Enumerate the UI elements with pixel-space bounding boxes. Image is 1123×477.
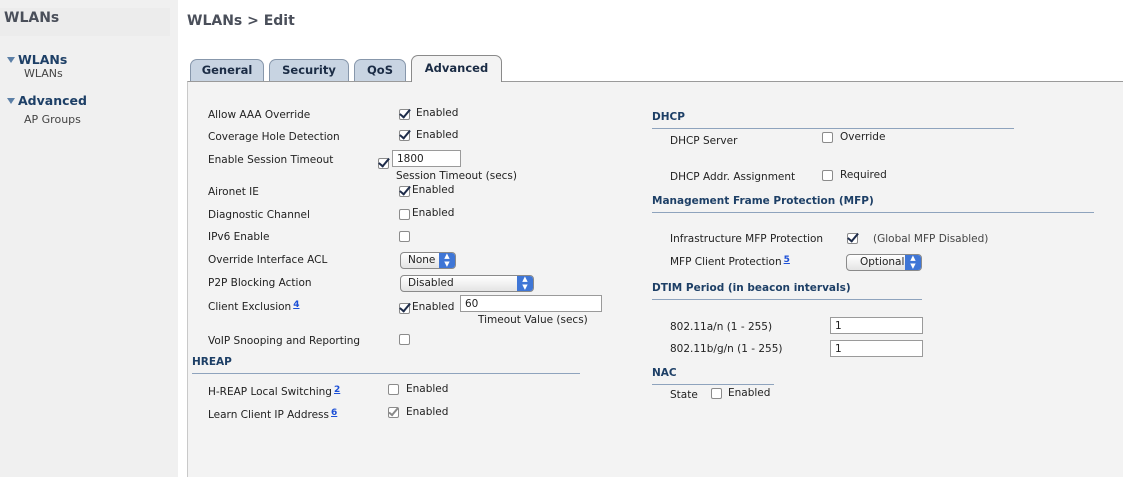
nac-state-checkbox[interactable] [711,388,722,399]
sidebar-group-advanced[interactable]: Advanced AP Groups [0,93,170,127]
dtim-b-g-n-input[interactable]: 1 [830,340,923,357]
learn-client-ip-label: Learn Client IP Address 6 [208,408,337,421]
session-timeout-input[interactable]: 1800 [392,150,461,167]
client-exclusion-footnote-link[interactable]: 4 [293,300,299,310]
dhcp-addr-assignment-value: Required [840,169,887,181]
expand-triangle-icon[interactable] [7,57,15,63]
mfp-infrastructure-checkbox[interactable] [847,233,858,244]
sidebar-title: WLANs [0,8,170,36]
mfp-section-divider [652,212,1094,213]
coverage-hole-checkbox[interactable] [399,130,410,141]
client-exclusion-value: Enabled [412,301,455,313]
aironet-ie-value: Enabled [412,184,455,196]
voip-snooping-label: VoIP Snooping and Reporting [208,335,361,347]
learn-client-ip-checkbox[interactable] [388,407,399,418]
voip-snooping-checkbox[interactable] [399,334,410,345]
client-exclusion-hint: Timeout Value (secs) [478,314,588,326]
hreap-local-switching-label: H-REAP Local Switching 2 [208,385,340,398]
override-acl-label: Override Interface ACL [208,254,328,266]
advanced-panel: Allow AAA Override Enabled Coverage Hole… [187,81,1123,477]
client-exclusion-checkbox[interactable] [399,303,410,314]
session-timeout-label: Enable Session Timeout [208,154,334,166]
learn-client-ip-text: Learn Client IP Address [208,409,330,421]
tab-general[interactable]: General [190,59,264,81]
dtim-section-title: DTIM Period (in beacon intervals) [652,282,851,294]
tab-qos[interactable]: QoS [354,59,406,81]
allow-aaa-override-checkbox[interactable] [399,109,410,120]
coverage-hole-value: Enabled [416,129,459,141]
diagnostic-channel-label: Diagnostic Channel [208,209,310,221]
hreap-local-switching-text: H-REAP Local Switching [208,386,332,398]
learn-client-ip-value: Enabled [406,406,449,418]
dhcp-server-checkbox[interactable] [822,132,833,143]
coverage-hole-label: Coverage Hole Detection [208,131,340,143]
mfp-client-text: MFP Client Protection [670,256,782,268]
mfp-infrastructure-note: (Global MFP Disabled) [873,233,989,245]
p2p-blocking-label: P2P Blocking Action [208,277,312,289]
mfp-section-title: Management Frame Protection (MFP) [652,195,874,207]
dtim-section-divider [652,299,922,300]
aironet-ie-checkbox[interactable] [399,186,410,197]
allow-aaa-override-label: Allow AAA Override [208,109,311,121]
hreap-local-switching-footnote-link[interactable]: 2 [334,385,340,395]
hreap-local-switching-checkbox[interactable] [388,384,399,395]
nac-section-divider [652,384,774,385]
diagnostic-channel-value: Enabled [412,207,455,219]
sidebar-item-wlans[interactable]: WLANs [24,67,63,80]
client-exclusion-timeout-input[interactable]: 60 [460,295,602,312]
dhcp-addr-assignment-label: DHCP Addr. Assignment [670,171,796,183]
session-timeout-checkbox[interactable] [378,158,389,169]
dtim-b-g-n-label: 802.11b/g/n (1 - 255) [670,343,783,355]
allow-aaa-override-value: Enabled [416,107,459,119]
client-exclusion-label: Client Exclusion 4 [208,300,299,313]
p2p-blocking-selected: Disabled [408,277,454,289]
dhcp-section-divider [652,128,1014,129]
expand-triangle-icon[interactable] [7,98,15,104]
nac-section-title: NAC [652,367,677,379]
hreap-section-divider [192,373,580,374]
ipv6-enable-checkbox[interactable] [399,231,410,242]
dhcp-addr-assignment-checkbox[interactable] [822,170,833,181]
mfp-client-selected: Optional [860,256,905,268]
hreap-local-switching-value: Enabled [406,383,449,395]
client-exclusion-text: Client Exclusion [208,301,292,313]
mfp-client-select[interactable]: Optional ▲ ▼ [846,254,922,271]
sidebar-group-label[interactable]: Advanced [18,93,87,108]
mfp-client-footnote-link[interactable]: 5 [784,255,790,265]
select-arrows-icon[interactable]: ▲ ▼ [517,275,533,291]
sidebar-group-label[interactable]: WLANs [18,52,67,67]
dtim-a-n-label: 802.11a/n (1 - 255) [670,321,773,333]
learn-client-ip-footnote-link[interactable]: 6 [331,408,337,418]
sidebar-item-ap-groups[interactable]: AP Groups [24,113,81,126]
sidebar-group-wlans[interactable]: WLANs WLANs [0,52,170,82]
select-arrows-icon[interactable]: ▲ ▼ [905,254,921,270]
dhcp-section-title: DHCP [652,111,685,123]
p2p-blocking-select[interactable]: Disabled ▲ ▼ [400,275,534,292]
sidebar: WLANs WLANs WLANs Advanced AP Groups [0,0,178,477]
mfp-infrastructure-label: Infrastructure MFP Protection [670,233,824,245]
select-arrows-icon[interactable]: ▲ ▼ [439,252,455,268]
tab-advanced[interactable]: Advanced [411,55,502,82]
aironet-ie-label: Aironet IE [208,186,259,198]
hreap-section-title: HREAP [192,356,232,368]
ipv6-enable-label: IPv6 Enable [208,231,270,243]
dhcp-server-value: Override [840,131,886,143]
nac-state-label: State [670,389,698,401]
page-title: WLANs > Edit [187,13,295,29]
override-acl-select[interactable]: None ▲ ▼ [400,252,456,269]
session-timeout-hint: Session Timeout (secs) [396,170,517,182]
mfp-client-label: MFP Client Protection 5 [670,255,790,268]
override-acl-selected: None [408,254,436,266]
main-content: WLANs > Edit General Security QoS Advanc… [178,0,1123,477]
tab-security[interactable]: Security [269,59,349,81]
app-root: WLANs WLANs WLANs Advanced AP Groups WLA… [0,0,1123,477]
dhcp-server-label: DHCP Server [670,135,738,147]
diagnostic-channel-checkbox[interactable] [399,209,410,220]
nac-state-value: Enabled [728,387,771,399]
dtim-a-n-input[interactable]: 1 [830,317,923,334]
